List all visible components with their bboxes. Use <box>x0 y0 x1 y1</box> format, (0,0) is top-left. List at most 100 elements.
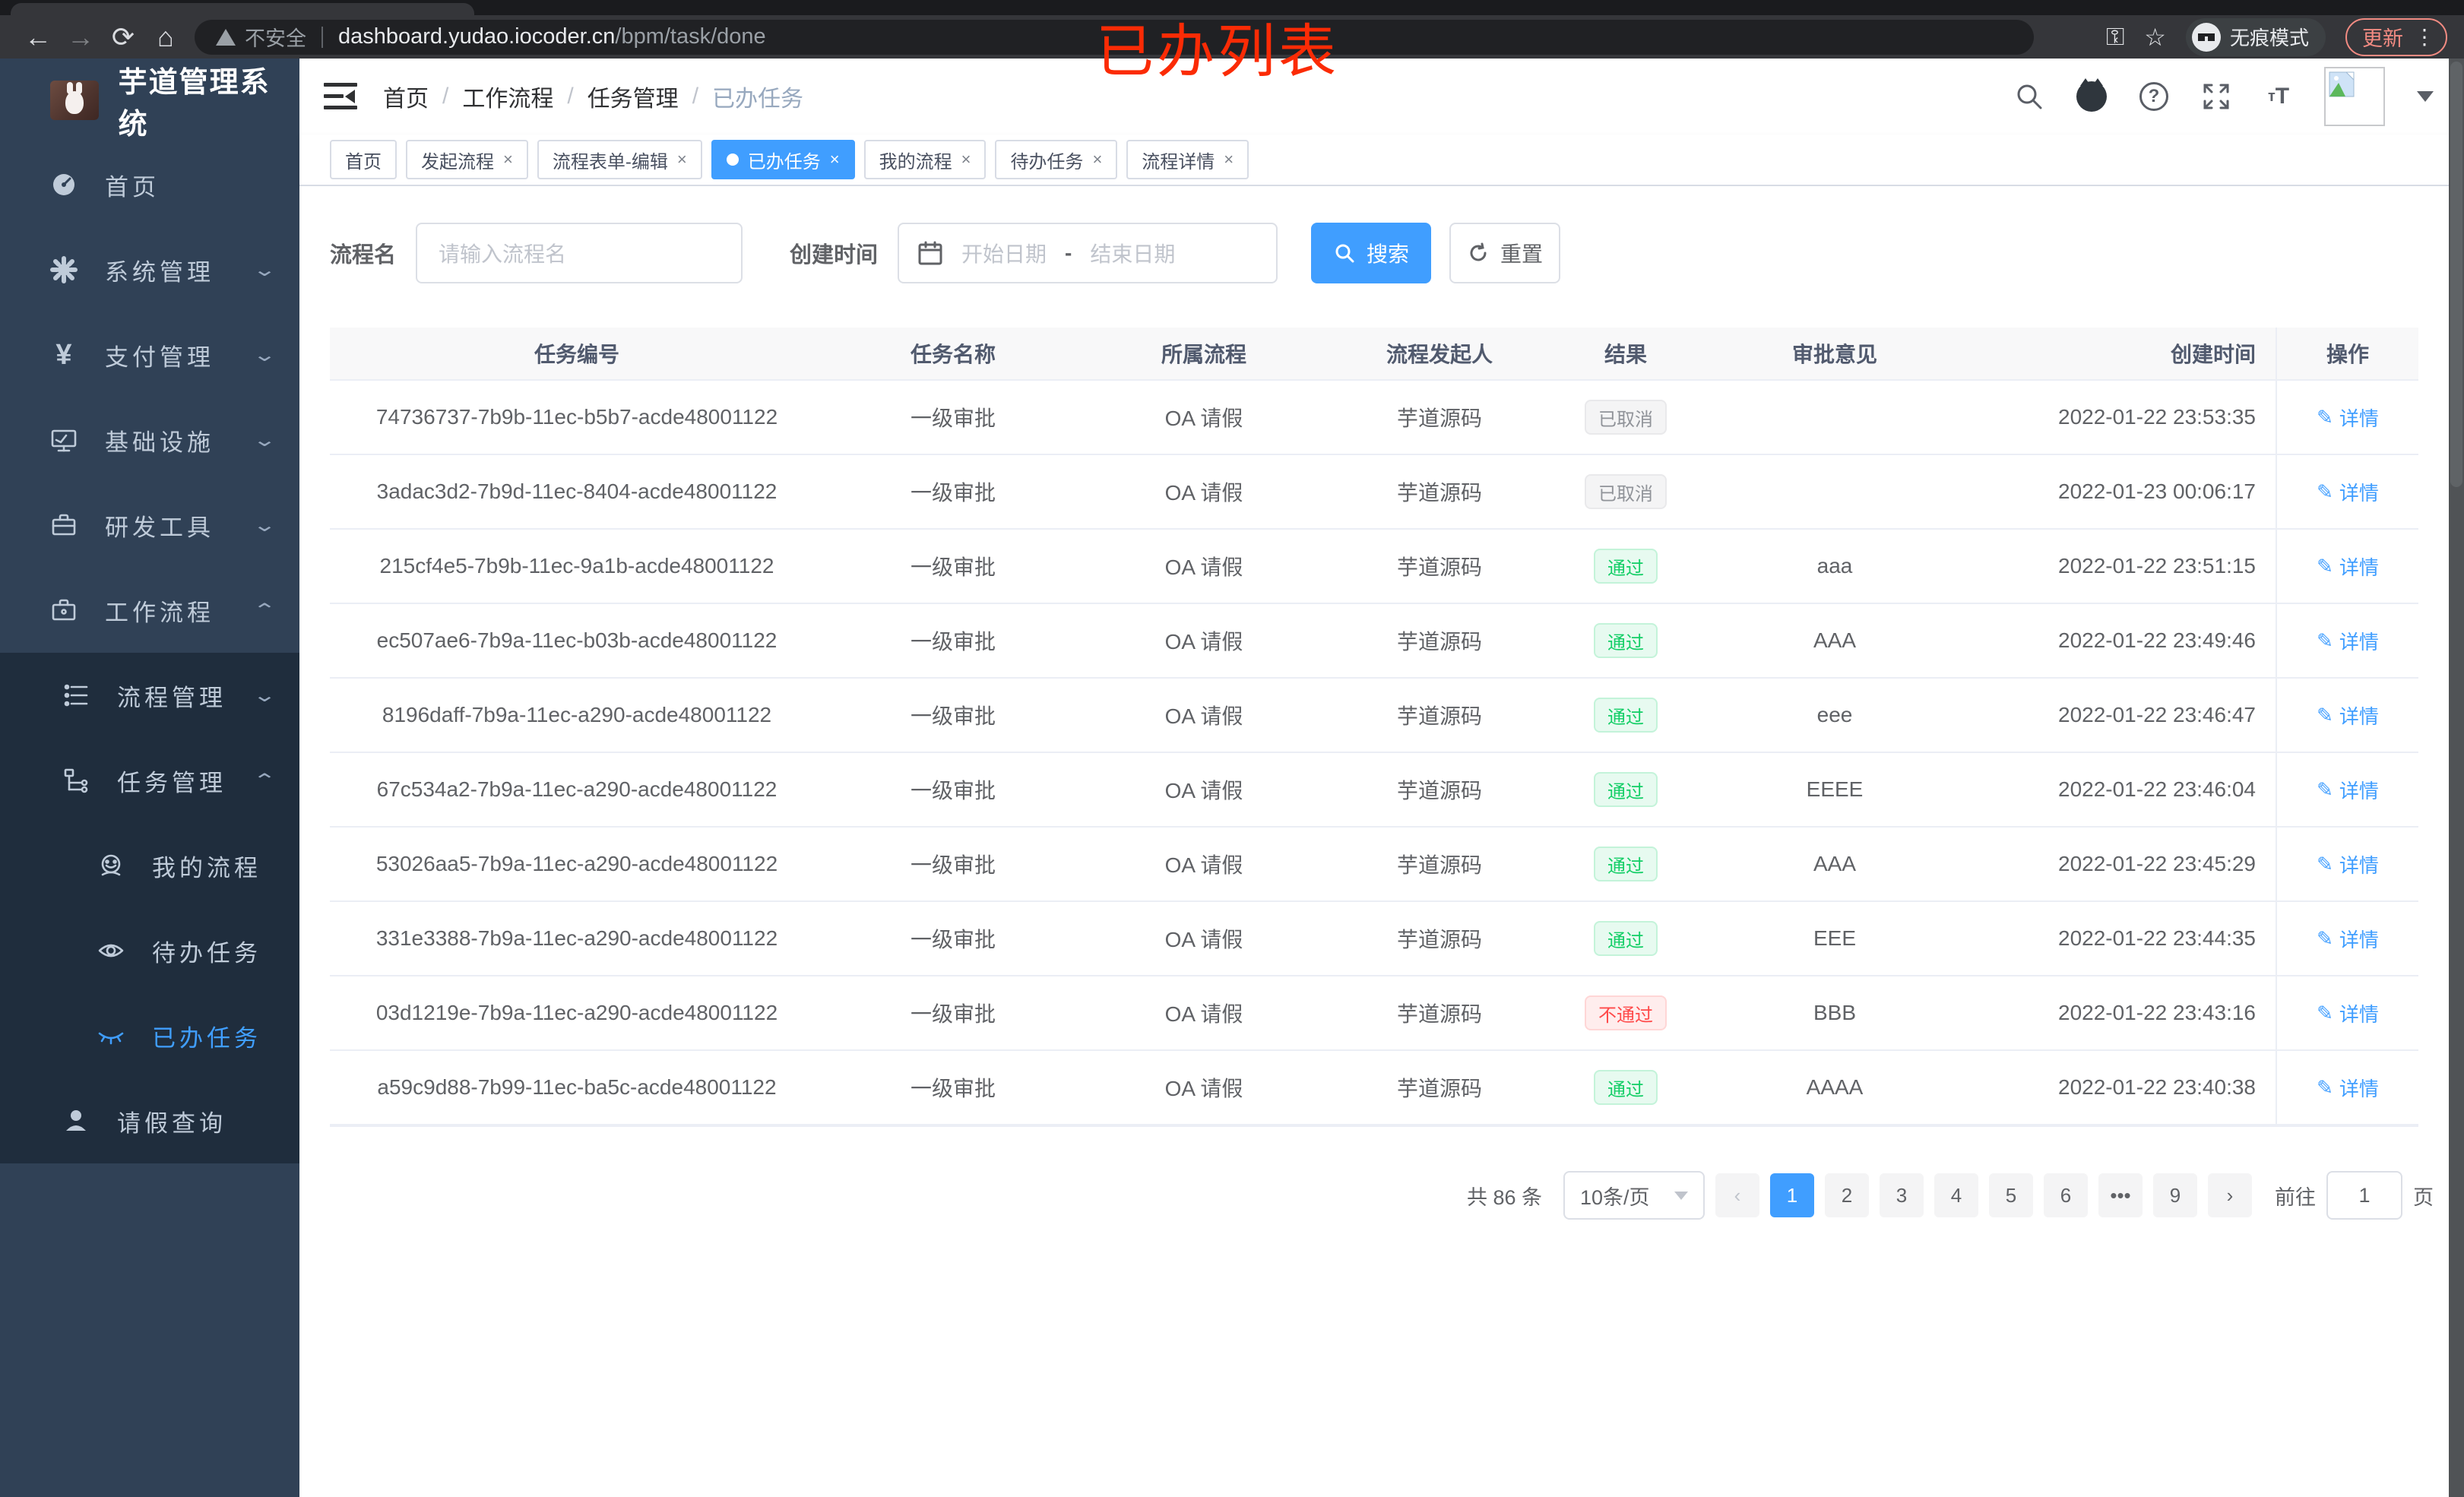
edit-icon: ✎ <box>2317 405 2333 429</box>
page-button-5[interactable]: 5 <box>1989 1173 2033 1217</box>
close-icon[interactable]: × <box>503 150 513 169</box>
page-button-6[interactable]: 6 <box>2044 1173 2088 1217</box>
next-page-button[interactable]: › <box>2208 1173 2252 1217</box>
tab-start-process[interactable]: 发起流程 × <box>406 140 528 179</box>
goto-label: 前往 <box>2275 1185 2316 1209</box>
sidebar-item-workflow[interactable]: 工作流程 ⌃ <box>0 568 299 653</box>
sidebar-item-system[interactable]: 系统管理 ⌄ <box>0 227 299 312</box>
chevron-up-icon: ⌃ <box>252 600 277 621</box>
window-scrollbar[interactable] <box>2449 59 2464 1497</box>
help-icon[interactable]: ? <box>2137 80 2171 113</box>
tab-my-process[interactable]: 我的流程 × <box>863 140 987 179</box>
font-size-icon[interactable]: тT <box>2262 80 2295 113</box>
status-badge: 不通过 <box>1585 995 1667 1030</box>
sidebar-item-home[interactable]: 首页 <box>0 142 299 227</box>
search-icon[interactable] <box>2013 80 2046 113</box>
page: ← → ⟳ ⌂ 不安全 dashboard.yudao.iocoder.cn /… <box>0 0 2464 1497</box>
col-header-comment: 审批意见 <box>1791 343 1877 366</box>
goto-page-input[interactable]: 1 <box>2326 1171 2402 1220</box>
edit-icon: ✎ <box>2317 852 2333 875</box>
robot-face-icon <box>96 850 126 881</box>
home-icon[interactable]: ⌂ <box>144 16 187 59</box>
page-button-3[interactable]: 3 <box>1880 1173 1924 1217</box>
menu-kebab-icon[interactable]: ⋮ <box>2414 24 2435 49</box>
sidebar-item-devtools[interactable]: 研发工具 ⌄ <box>0 483 299 568</box>
detail-link[interactable]: ✎ 详情 <box>2317 627 2379 655</box>
app-logo-row[interactable]: 芋道管理系统 <box>0 59 299 142</box>
edit-icon: ✎ <box>2317 628 2333 652</box>
search-icon <box>1335 244 1354 263</box>
detail-link[interactable]: ✎ 详情 <box>2317 776 2379 804</box>
page-button-2[interactable]: 2 <box>1825 1173 1869 1217</box>
sidebar-item-todo-tasks[interactable]: 待办任务 <box>0 908 299 993</box>
browser-tab[interactable] <box>11 3 474 15</box>
avatar-caret-icon[interactable] <box>2417 91 2434 102</box>
close-icon[interactable]: × <box>961 150 971 169</box>
status-badge: 通过 <box>1594 623 1658 658</box>
edit-icon: ✎ <box>2317 703 2333 726</box>
chevron-down-icon: ⌄ <box>252 429 277 451</box>
tab-form-edit[interactable]: 流程表单-编辑 × <box>537 140 702 179</box>
sidebar-item-task-management[interactable]: 任务管理 ⌃ <box>0 738 299 823</box>
sidebar-item-my-process[interactable]: 我的流程 <box>0 823 299 908</box>
page-button-1[interactable]: 1 <box>1770 1173 1814 1217</box>
detail-link[interactable]: ✎ 详情 <box>2317 925 2379 953</box>
app-header: 首页 / 工作流程 / 任务管理 / 已办任务 ? т T <box>299 59 2464 135</box>
close-icon[interactable]: × <box>1224 150 1234 169</box>
tab-done-tasks[interactable]: 已办任务 × <box>711 140 855 179</box>
incognito-icon <box>2191 22 2221 52</box>
update-button[interactable]: 更新 ⋮ <box>2345 17 2447 56</box>
detail-link[interactable]: ✎ 详情 <box>2317 850 2379 878</box>
detail-link[interactable]: ✎ 详情 <box>2317 999 2379 1027</box>
detail-link[interactable]: ✎ 详情 <box>2317 404 2379 432</box>
fullscreen-icon[interactable] <box>2200 80 2233 113</box>
table-row: a59c9d88-7b99-11ec-ba5c-acde48001122 一级审… <box>330 1051 2418 1125</box>
sidebar-item-payment[interactable]: ¥ 支付管理 ⌄ <box>0 312 299 397</box>
github-icon[interactable] <box>2075 78 2108 113</box>
close-icon[interactable]: × <box>830 150 840 169</box>
tab-process-detail[interactable]: 流程详情 × <box>1126 140 1249 179</box>
breadcrumb-workflow[interactable]: 工作流程 <box>462 80 553 113</box>
bookmark-star-icon[interactable]: ☆ <box>2144 23 2166 52</box>
tab-todo-tasks[interactable]: 待办任务 × <box>995 140 1118 179</box>
search-button[interactable]: 搜索 <box>1311 223 1432 283</box>
page-button-9[interactable]: 9 <box>2153 1173 2197 1217</box>
url-host: dashboard.yudao.iocoder.cn <box>338 24 616 49</box>
col-header-actions: 操作 <box>2276 328 2418 379</box>
scrollbar-thumb[interactable] <box>2450 62 2462 487</box>
col-header-task-name: 任务名称 <box>910 343 996 366</box>
edit-icon: ✎ <box>2317 926 2333 950</box>
table-row: 67c534a2-7b9a-11ec-a290-acde48001122 一级审… <box>330 753 2418 828</box>
content: 流程名 请输入流程名 创建时间 开始日期 - 结束日期 搜索 重置 任务编号 任… <box>299 186 2464 1497</box>
eye-icon <box>96 935 126 966</box>
close-icon[interactable]: × <box>677 150 687 169</box>
page-button-4[interactable]: 4 <box>1934 1173 1978 1217</box>
close-icon[interactable]: × <box>1092 150 1102 169</box>
page-size-select[interactable]: 10条/页 <box>1563 1171 1705 1220</box>
password-key-icon[interactable]: ⚿ <box>2106 23 2124 52</box>
sidebar-item-leave-query[interactable]: 请假查询 <box>0 1078 299 1163</box>
reload-icon[interactable]: ⟳ <box>102 16 144 59</box>
list-tree-icon <box>61 680 91 711</box>
sidebar-item-infrastructure[interactable]: 基础设施 ⌄ <box>0 397 299 483</box>
detail-link[interactable]: ✎ 详情 <box>2317 552 2379 581</box>
page-ellipsis[interactable]: ••• <box>2098 1173 2143 1217</box>
process-name-input[interactable]: 请输入流程名 <box>416 223 743 283</box>
breadcrumb-home[interactable]: 首页 <box>383 80 429 113</box>
prev-page-button[interactable]: ‹ <box>1715 1173 1759 1217</box>
date-range-picker[interactable]: 开始日期 - 结束日期 <box>898 223 1278 283</box>
sidebar-item-process-management[interactable]: 流程管理 ⌄ <box>0 653 299 738</box>
forward-icon[interactable]: → <box>59 16 102 59</box>
detail-link[interactable]: ✎ 详情 <box>2317 478 2379 506</box>
tab-home[interactable]: 首页 <box>330 140 397 179</box>
breadcrumb-task-management[interactable]: 任务管理 <box>587 80 679 113</box>
status-badge: 通过 <box>1594 549 1658 584</box>
reset-button[interactable]: 重置 <box>1449 223 1561 283</box>
detail-link[interactable]: ✎ 详情 <box>2317 701 2379 730</box>
back-icon[interactable]: ← <box>17 16 59 59</box>
avatar[interactable] <box>2324 67 2385 126</box>
sidebar-collapse-icon[interactable] <box>324 83 357 110</box>
sidebar-item-done-tasks[interactable]: 已办任务 <box>0 993 299 1078</box>
status-badge: 通过 <box>1594 772 1658 807</box>
detail-link[interactable]: ✎ 详情 <box>2317 1074 2379 1102</box>
